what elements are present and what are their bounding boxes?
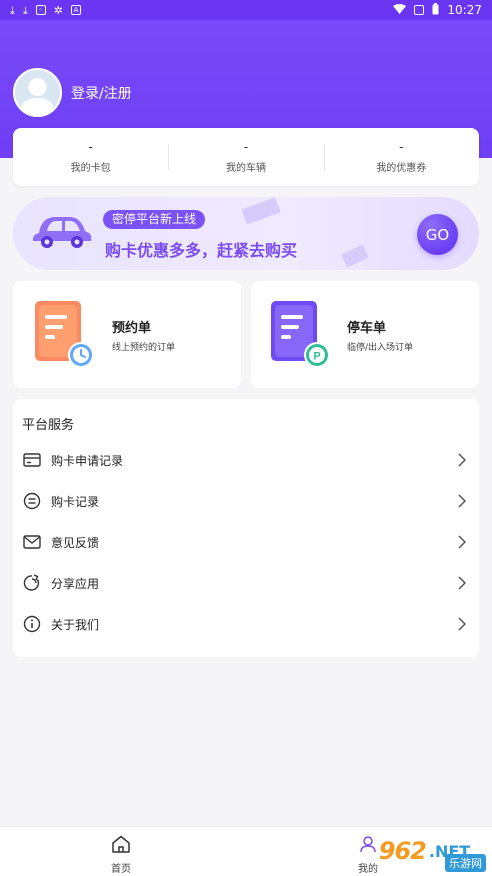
reservation-order-icon: [33, 299, 99, 375]
platform-services-panel: 平台服务 购卡申请记录 购卡记录 意见反馈 分享应用 关于我们: [13, 399, 479, 657]
stat-vehicles[interactable]: - 我的车辆: [168, 128, 323, 186]
download-icon: ⤓: [10, 3, 15, 17]
reservation-order-card[interactable]: 预约单 线上预约的订单: [13, 281, 241, 388]
stats-card: - 我的卡包 - 我的车辆 - 我的优惠券: [13, 128, 479, 186]
card-icon: [22, 453, 42, 467]
svg-text:P: P: [313, 351, 320, 363]
banner-slogan: 购卡优惠多多，赶紧去购买: [105, 241, 298, 260]
chevron-right-icon: [458, 534, 467, 553]
service-label: 购卡记录: [51, 494, 100, 509]
home-icon: [111, 835, 131, 857]
tab-mine[interactable]: 我的: [358, 835, 378, 875]
service-label: 关于我们: [51, 617, 100, 632]
service-item-card-purchase-records[interactable]: 购卡记录: [13, 483, 479, 519]
download-icon: ⤓: [22, 3, 28, 17]
stat-value: -: [399, 140, 404, 154]
chevron-right-icon: [458, 452, 467, 471]
tab-label: 首页: [111, 864, 131, 875]
stat-value: -: [88, 140, 93, 154]
wifi-icon: [393, 3, 407, 17]
info-icon: [22, 615, 42, 633]
user-icon: [359, 835, 377, 857]
app-icon: ✲: [53, 3, 63, 17]
order-title: 预约单: [112, 321, 152, 336]
user-login-row[interactable]: 登录/注册: [13, 68, 132, 117]
decorative-card-shape: [341, 244, 369, 268]
order-subtitle: 临停/出入场订单: [347, 343, 414, 353]
stat-label: 我的卡包: [70, 163, 111, 174]
app-icon: ◦: [35, 5, 46, 15]
bottom-tab-bar: 首页 我的: [0, 826, 492, 876]
user-avatar-icon: [20, 78, 55, 115]
section-title: 平台服务: [22, 418, 75, 433]
login-register-link[interactable]: 登录/注册: [71, 83, 132, 103]
chevron-right-icon: [458, 616, 467, 635]
service-label: 购卡申请记录: [51, 453, 124, 468]
car-icon: [31, 211, 93, 255]
service-item-share-app[interactable]: 分享应用: [13, 565, 479, 601]
stat-coupons[interactable]: - 我的优惠券: [323, 128, 479, 186]
order-title: 停车单: [347, 321, 387, 336]
share-icon: [22, 574, 42, 592]
stat-card-wallet[interactable]: - 我的卡包: [13, 128, 168, 186]
stat-value: -: [243, 140, 249, 154]
mail-icon: [22, 535, 42, 549]
status-bar: ⤓ ⤓ ◦ ✲ A 10:27: [0, 0, 492, 20]
promo-banner[interactable]: 密停平台新上线 购卡优惠多多，赶紧去购买 GO: [13, 197, 479, 270]
status-time: 10:27: [447, 3, 482, 17]
battery-icon: [432, 2, 439, 18]
parking-order-icon: P: [271, 299, 337, 375]
stat-label: 我的优惠券: [376, 163, 427, 174]
tab-label: 我的: [358, 864, 378, 875]
avatar[interactable]: [13, 68, 62, 117]
decorative-card-shape: [241, 197, 281, 225]
chevron-right-icon: [458, 493, 467, 512]
service-item-card-application-records[interactable]: 购卡申请记录: [13, 442, 479, 478]
notification-icon: A: [70, 5, 81, 15]
tab-home[interactable]: 首页: [111, 835, 131, 875]
parking-order-card[interactable]: P 停车单 临停/出入场订单: [251, 281, 479, 388]
service-item-feedback[interactable]: 意见反馈: [13, 524, 479, 560]
chevron-right-icon: [458, 575, 467, 594]
record-icon: [22, 492, 42, 510]
banner-tag: 密停平台新上线: [103, 210, 206, 229]
go-button[interactable]: GO: [417, 214, 458, 255]
vibrate-icon: [414, 5, 425, 15]
order-subtitle: 线上预约的订单: [112, 343, 176, 353]
stat-label: 我的车辆: [225, 163, 266, 174]
service-label: 意见反馈: [51, 535, 100, 550]
service-label: 分享应用: [51, 576, 100, 591]
service-item-about-us[interactable]: 关于我们: [13, 606, 479, 642]
